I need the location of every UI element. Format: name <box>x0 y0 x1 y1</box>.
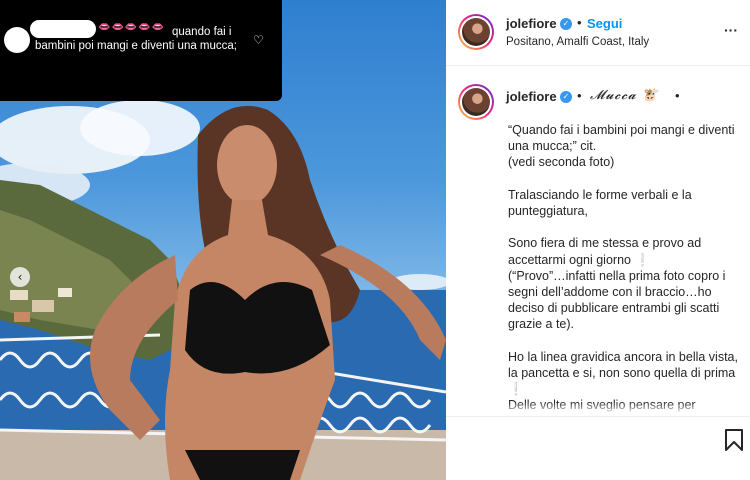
avatar[interactable] <box>458 84 494 120</box>
caption-body: “Quando fai i bambini poi mangi e divent… <box>508 123 738 412</box>
post-header: jolefiore ✓ • Segui Positano, Amalfi Coa… <box>446 0 750 66</box>
heart-outline-icon[interactable]: ♡ <box>253 33 264 47</box>
caption-username[interactable]: jolefiore <box>506 89 557 104</box>
actions-bar <box>446 416 750 480</box>
chevron-left-icon[interactable]: ‹ <box>10 267 30 287</box>
caption-area: jolefiore ✓ • 𝓜𝓾𝓬𝓬𝓪 🐮 • “Quando fai i ba… <box>446 66 750 416</box>
comment-emojis: 👄👄👄👄👄 <box>98 22 166 33</box>
commenter-avatar[interactable] <box>4 27 30 53</box>
separator-dot: • <box>675 88 680 103</box>
follow-button[interactable]: Segui <box>587 16 622 31</box>
verified-badge-icon: ✓ <box>560 18 572 30</box>
caption-fade <box>446 402 750 416</box>
more-horizontal-icon[interactable]: ··· <box>724 22 738 38</box>
location-link[interactable]: Positano, Amalfi Coast, Italy <box>506 36 649 48</box>
verified-badge-icon: ✓ <box>560 91 572 103</box>
post-sidebar: jolefiore ✓ • Segui Positano, Amalfi Coa… <box>446 0 750 480</box>
caption-title: 𝓜𝓾𝓬𝓬𝓪 🐮 <box>590 88 659 103</box>
commenter-name-redacted <box>30 20 96 38</box>
avatar[interactable] <box>458 14 494 50</box>
comment-overlay: 👄👄👄👄👄 quando fai i bambini poi mangi e d… <box>0 0 282 101</box>
post-photo[interactable]: 👄👄👄👄👄 quando fai i bambini poi mangi e d… <box>0 0 446 480</box>
username-link[interactable]: jolefiore <box>506 16 557 31</box>
separator-dot: • <box>577 15 582 30</box>
comment-text-line1: quando fai i <box>172 26 232 38</box>
comment-text-line2: bambini poi mangi e diventi una mucca; <box>35 40 238 52</box>
bookmark-icon[interactable] <box>724 429 744 451</box>
separator-dot: • <box>577 88 582 103</box>
